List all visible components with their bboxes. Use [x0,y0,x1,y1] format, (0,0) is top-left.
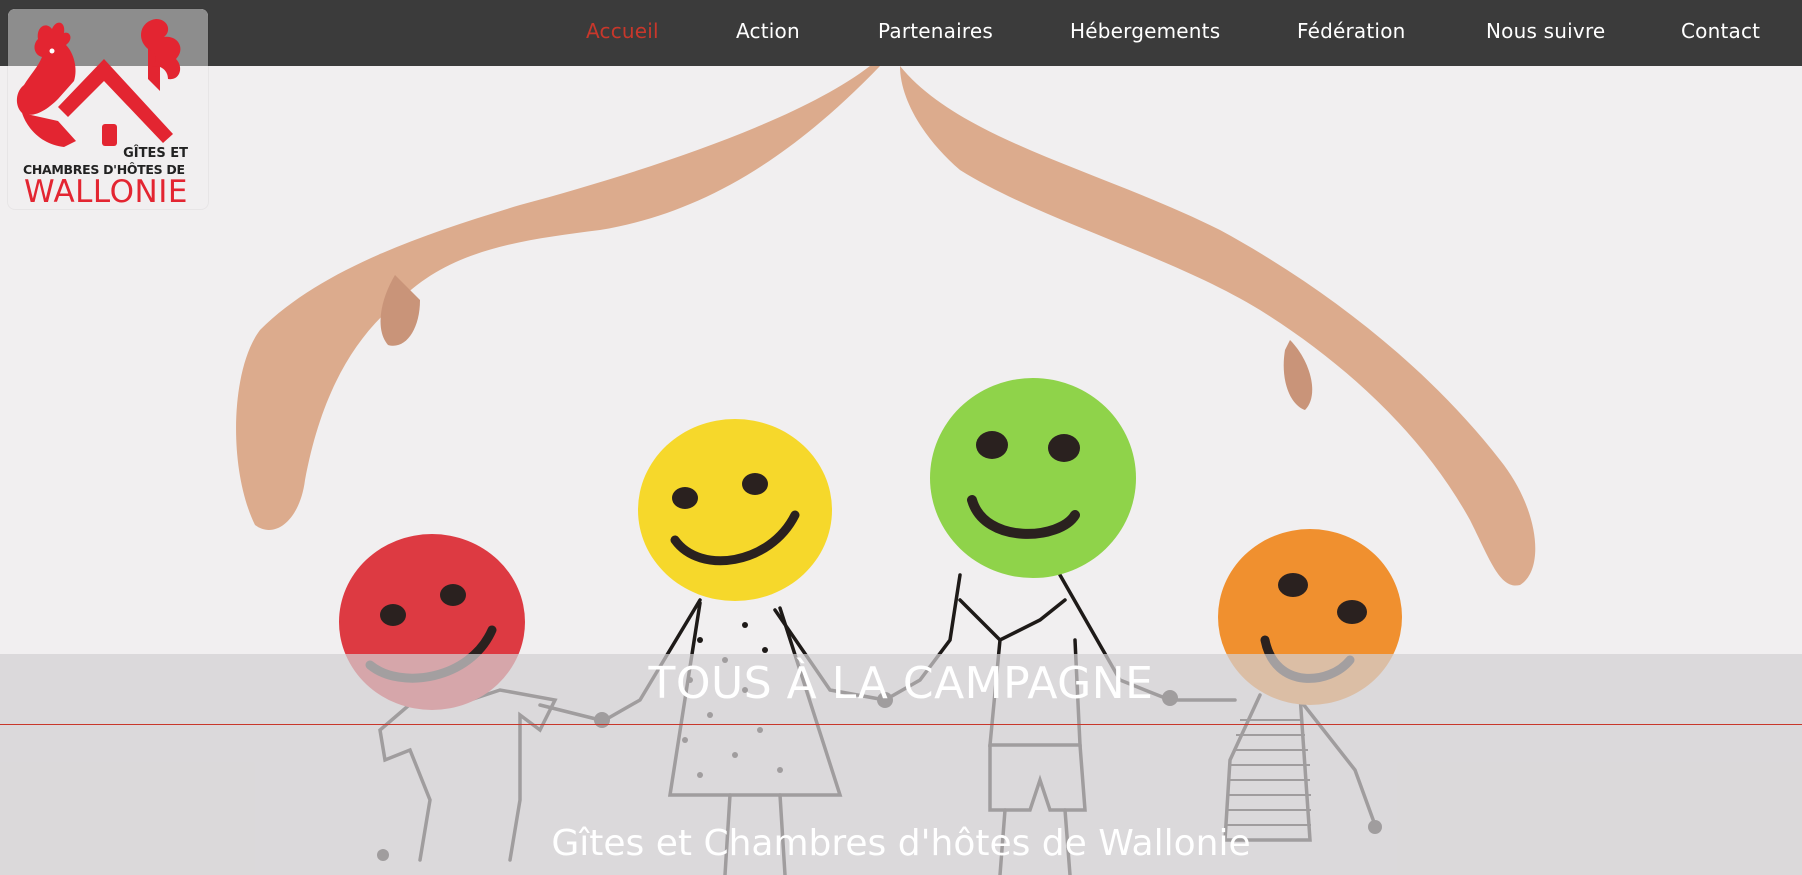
nav-item-nous-suivre[interactable]: Nous suivre [1486,0,1605,66]
nav-item-hebergements[interactable]: Hébergements [1070,0,1220,66]
hero-title: TOUS À LA CAMPAGNE [648,658,1154,709]
logo-text-line1: GÎTES ET [123,146,188,161]
top-navigation-bar: Accueil Action Partenaires Hébergements … [0,0,1802,66]
hero-divider-line [0,724,1802,725]
nav-item-federation[interactable]: Fédération [1297,0,1406,66]
yellow-smiley [638,419,832,601]
logo-text-wallonie: WALLONIE [24,174,188,210]
nav-item-partenaires[interactable]: Partenaires [878,0,993,66]
nav-item-action[interactable]: Action [736,0,800,66]
green-smiley [930,378,1136,578]
hero-subtitle: Gîtes et Chambres d'hôtes de Wallonie [551,823,1251,864]
site-logo[interactable]: GÎTES ET CHAMBRES D'HÔTES DE WALLONIE [8,9,208,210]
nav-item-contact[interactable]: Contact [1681,0,1760,66]
nav-item-accueil[interactable]: Accueil [586,0,659,66]
